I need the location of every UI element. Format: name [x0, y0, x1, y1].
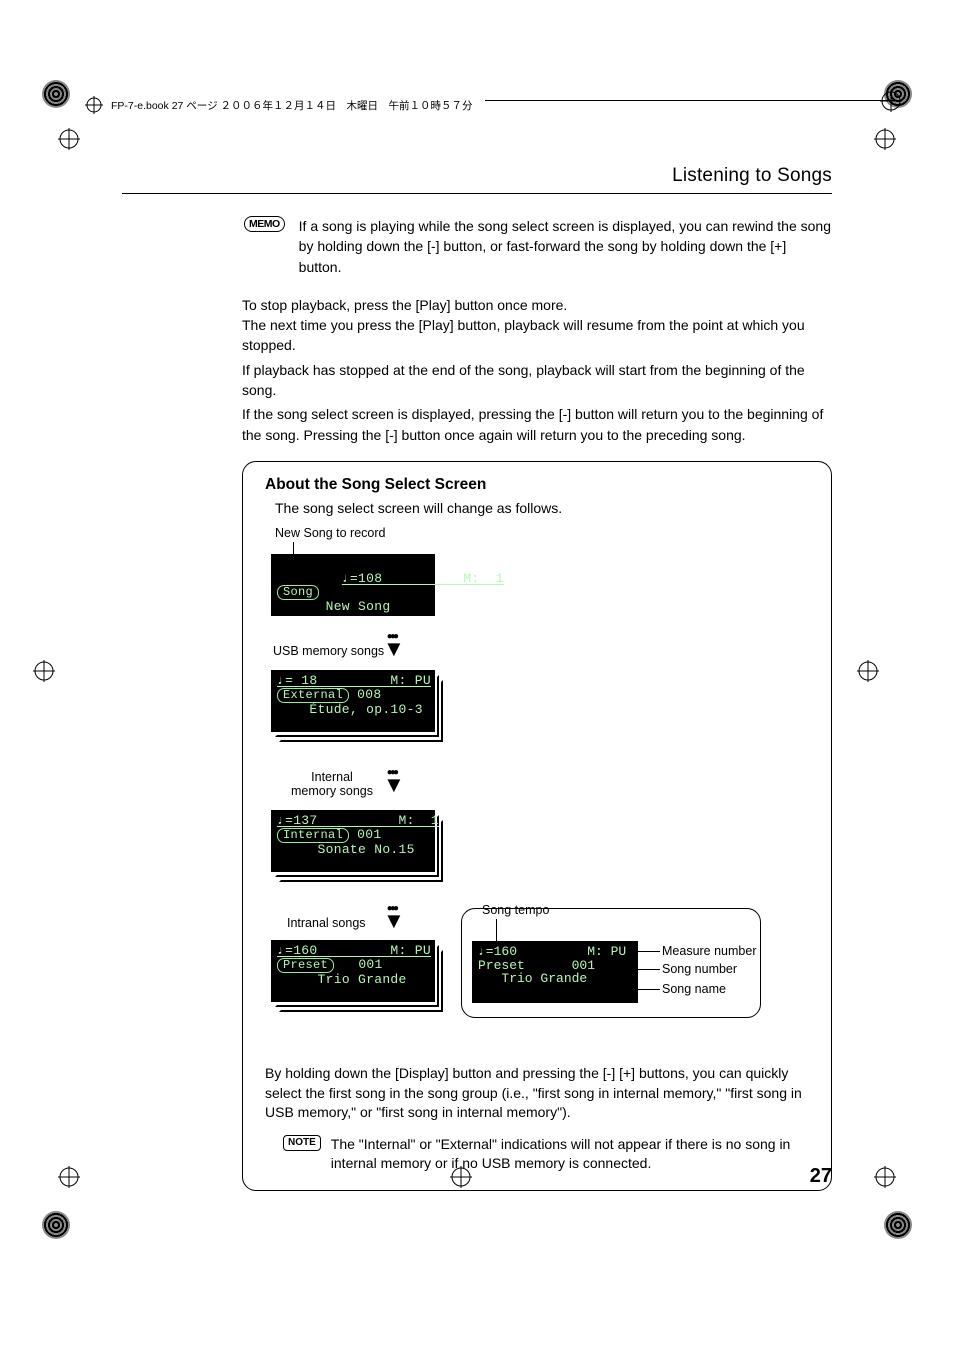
register-mark-icon [880, 90, 902, 115]
callout-bottom-text: By holding down the [Display] button and… [265, 1064, 809, 1123]
crop-mark-icon [33, 660, 55, 685]
body-p2: The next time you press the [Play] butto… [242, 315, 832, 356]
body-p3: If playback has stopped at the end of th… [242, 360, 832, 401]
print-rosette-bl [42, 1211, 70, 1239]
crop-mark-icon [857, 660, 879, 685]
lcd-new-song: ♩=108 M: 1 Song New Song [271, 554, 435, 616]
print-rosette-br [884, 1211, 912, 1239]
note-badge: NOTE [283, 1135, 321, 1151]
label-usb-songs: USB memory songs [273, 644, 384, 658]
crop-mark-icon [58, 1166, 80, 1191]
label-song-number: Song number [662, 962, 737, 976]
lcd-usb-stack: ♩= 18 M: PU External 008 Étude, op.10-3 [271, 670, 443, 742]
register-mark-icon [85, 96, 103, 114]
lcd-annotated: ♩=160 M: PU Preset 001 Trio Grande [472, 941, 638, 1003]
callout-subtitle: The song select screen will change as fo… [275, 500, 809, 516]
lcd-annotated-frame: ♩=160 M: PU Preset 001 Trio Grande Song … [461, 908, 761, 1018]
crop-mark-icon [58, 128, 80, 153]
body-text-block: To stop playback, press the [Play] butto… [122, 295, 832, 445]
callout-panel: About the Song Select Screen The song se… [242, 461, 832, 1191]
label-song-tempo: Song tempo [482, 903, 549, 917]
body-p1: To stop playback, press the [Play] butto… [242, 295, 832, 315]
framemaker-note: FP-7-e.book 27 ページ ２００６年１２月１４日 木曜日 午前１０時… [111, 98, 473, 113]
down-arrow-icon: ● ● ●▼ [383, 768, 403, 790]
crop-mark-icon [874, 128, 896, 153]
body-p4: If the song select screen is displayed, … [242, 404, 832, 445]
down-arrow-icon: ● ● ●▼ [383, 632, 403, 654]
horizontal-rule [122, 193, 832, 194]
label-intranal-songs: Intranal songs [287, 916, 366, 930]
framemaker-header: FP-7-e.book 27 ページ ２００６年１２月１４日 木曜日 午前１０時… [85, 95, 902, 115]
note-text: The "Internal" or "External" indications… [331, 1135, 809, 1174]
memo-badge: MEMO [244, 216, 285, 232]
page-number: 27 [810, 1165, 832, 1188]
label-measure-number: Measure number [662, 944, 757, 958]
memo-text: If a song is playing while the song sele… [299, 216, 832, 277]
print-rosette-tl [42, 80, 70, 108]
section-title: Listening to Songs [122, 165, 832, 187]
down-arrow-icon: ● ● ●▼ [383, 904, 403, 926]
label-new-song: New Song to record [275, 526, 385, 540]
label-internal-songs: Internal memory songs [291, 770, 373, 798]
crop-mark-icon [874, 1166, 896, 1191]
lcd-internal-stack: ♩=137 M: 1 Internal 001 Sonate No.15 [271, 810, 443, 882]
callout-title: About the Song Select Screen [265, 476, 809, 494]
lcd-preset-stack: ♩=160 M: PU Preset 001 Trio Grande [271, 940, 443, 1012]
label-song-name: Song name [662, 982, 726, 996]
